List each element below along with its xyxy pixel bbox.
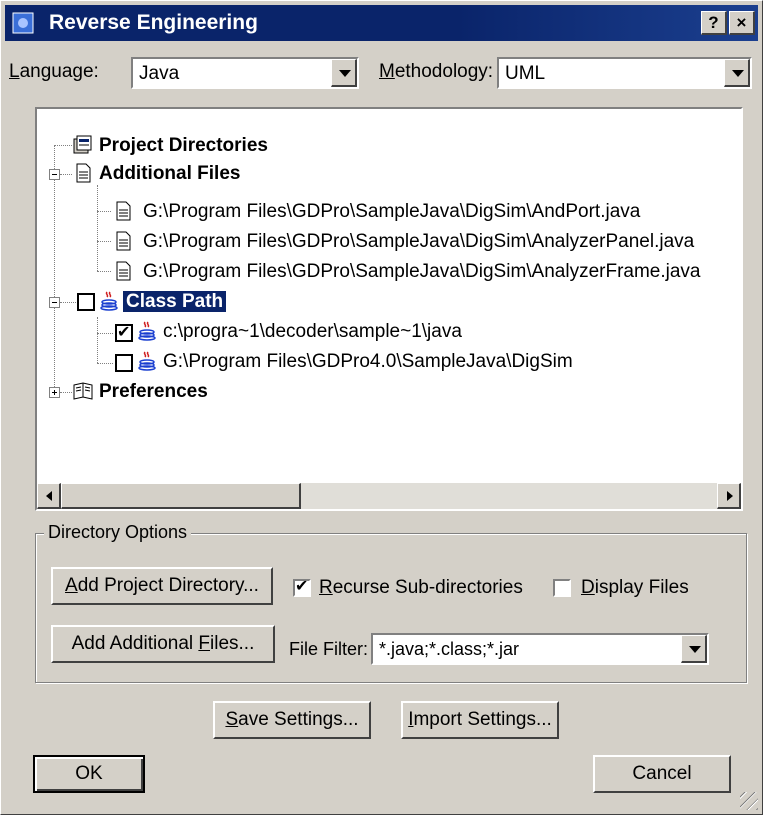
language-value: Java [139, 63, 180, 84]
java-cup-icon [138, 321, 156, 341]
add-additional-files-button[interactable]: Add Additional Files... [51, 625, 275, 663]
save-settings-button[interactable]: Save Settings... [213, 701, 371, 739]
tree-node-file[interactable]: G:\Program Files\GDPro\SampleJava\DigSim… [143, 259, 701, 285]
java-cup-icon [100, 291, 118, 311]
language-label: Language: [9, 61, 99, 82]
tree-line [97, 271, 111, 272]
tree-node-additional-files[interactable]: Additional Files [99, 161, 240, 187]
scroll-thumb[interactable] [61, 483, 301, 509]
horizontal-scrollbar[interactable] [37, 483, 741, 509]
chevron-down-icon[interactable] [724, 59, 750, 87]
display-files-checkbox[interactable] [553, 579, 571, 597]
tree-line [97, 185, 98, 271]
tree-node-file[interactable]: G:\Program Files\GDPro\SampleJava\DigSim… [143, 229, 694, 255]
title-bar[interactable]: Reverse Engineering ? × [5, 5, 758, 41]
methodology-label: Methodology: [379, 61, 494, 82]
resize-grip-icon[interactable] [740, 792, 758, 810]
methodology-value: UML [505, 63, 546, 84]
class-path-checkbox[interactable] [77, 293, 95, 311]
file-filter-label: File Filter: [289, 639, 369, 659]
tree-line [54, 145, 55, 393]
class-path-item-checkbox[interactable] [115, 354, 133, 372]
class-path-item-checkbox[interactable] [115, 322, 133, 342]
recurse-subdirectories-checkbox[interactable] [293, 576, 311, 597]
add-project-directory-label: dd Project Directory... [77, 575, 259, 596]
tree-line [60, 392, 72, 393]
file-filter-value: *.java;*.class;*.jar [379, 639, 520, 659]
recurse-subdirectories-label[interactable]: Recurse Sub-directories [319, 577, 523, 599]
cancel-button[interactable]: Cancel [593, 755, 731, 793]
tree-node-class-path[interactable]: Class Path [123, 289, 227, 315]
project-directories-icon [73, 135, 92, 154]
document-icon [76, 163, 91, 183]
add-project-directory-button[interactable]: Add Project Directory... [51, 567, 273, 605]
scroll-right-icon[interactable] [717, 483, 741, 509]
methodology-select[interactable]: UML [497, 57, 752, 89]
collapse-icon[interactable] [49, 297, 60, 308]
tree-line [97, 333, 113, 334]
display-files-label[interactable]: Display Files [581, 577, 689, 599]
close-button[interactable]: × [729, 11, 755, 35]
collapse-icon[interactable] [49, 169, 60, 180]
chevron-down-icon[interactable] [681, 635, 707, 663]
tree-node-project-directories[interactable]: Project Directories [99, 133, 268, 159]
tree-node-file[interactable]: G:\Program Files\GDPro\SampleJava\DigSim… [143, 199, 640, 225]
document-icon [116, 261, 131, 281]
tree-node-preferences[interactable]: Preferences [99, 379, 208, 405]
directory-options-legend: Directory Options [44, 522, 192, 543]
tree-line [97, 241, 111, 242]
reverse-engineering-dialog: Reverse Engineering ? × Language: Java M… [0, 0, 763, 815]
tree-node-class-path-item[interactable]: G:\Program Files\GDPro4.0\SampleJava\Dig… [163, 349, 573, 375]
document-icon [116, 231, 131, 251]
import-settings-button[interactable]: Import Settings... [401, 701, 559, 739]
help-button[interactable]: ? [701, 11, 727, 35]
tree-line [97, 317, 98, 363]
tree-line [97, 211, 111, 212]
expand-icon[interactable] [49, 387, 60, 398]
tree-line [60, 302, 76, 303]
tree-line [60, 174, 72, 175]
file-filter-select[interactable]: *.java;*.class;*.jar [371, 633, 709, 665]
scroll-left-icon[interactable] [37, 483, 61, 509]
ok-button[interactable]: OK [33, 755, 145, 793]
class-path-label: Class Path [123, 291, 227, 312]
preferences-icon [73, 382, 93, 400]
document-icon [116, 201, 131, 221]
tree-line [54, 145, 72, 146]
java-cup-icon [138, 351, 156, 371]
tree-line [97, 363, 113, 364]
language-select[interactable]: Java [131, 57, 359, 89]
window-title: Reverse Engineering [49, 11, 258, 34]
app-icon [12, 12, 34, 34]
project-tree[interactable]: Project Directories Additional Files G:\… [35, 107, 743, 511]
chevron-down-icon[interactable] [331, 59, 357, 87]
tree-node-class-path-item[interactable]: c:\progra~1\decoder\sample~1\java [163, 319, 462, 345]
